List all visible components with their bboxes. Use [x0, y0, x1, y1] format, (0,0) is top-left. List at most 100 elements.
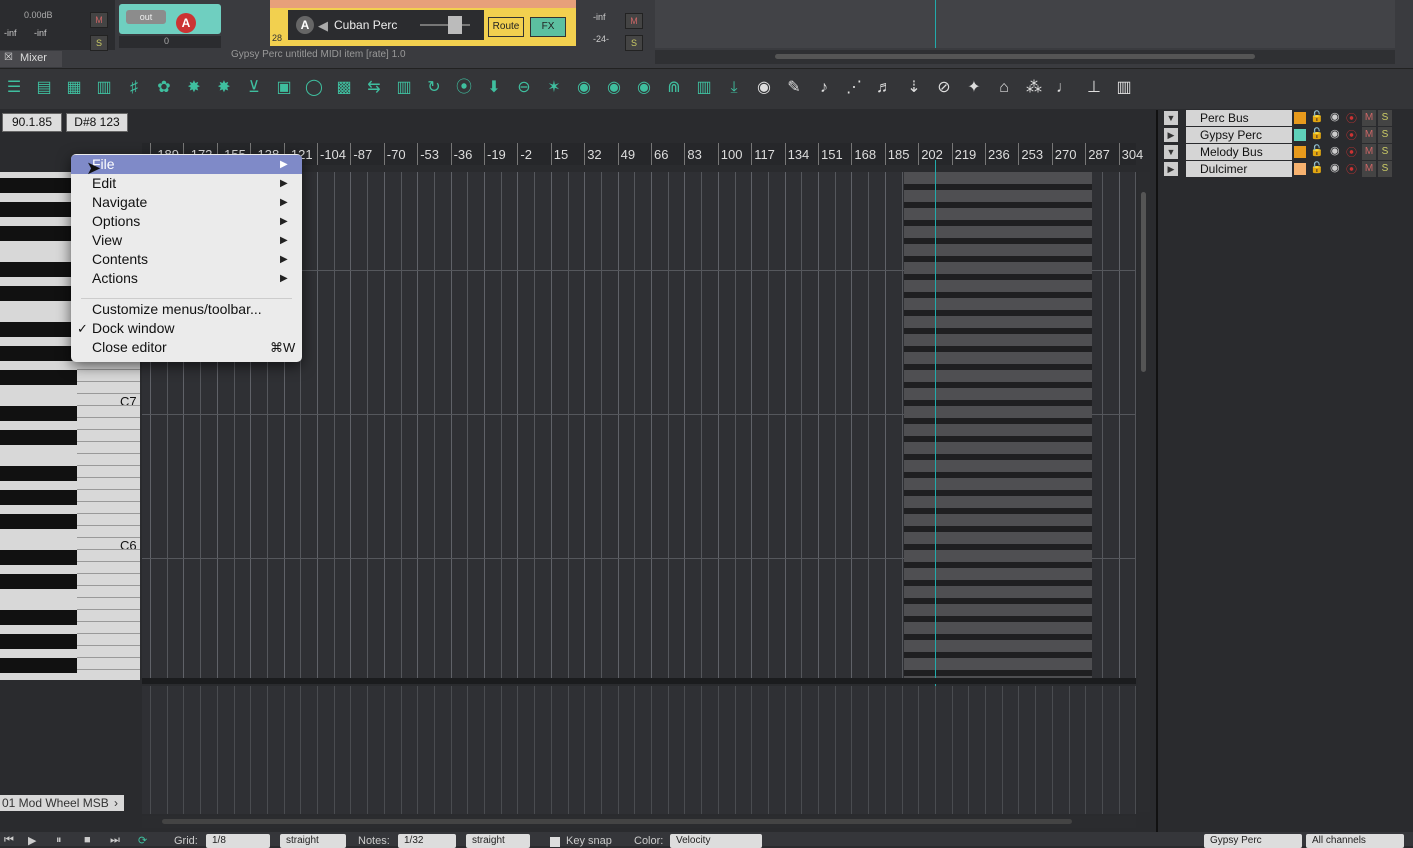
menu-item-options[interactable]: Options ▶ [71, 212, 302, 231]
download-icon[interactable]: ⬇ [484, 77, 504, 99]
star-icon[interactable]: ✸ [184, 77, 204, 99]
track-volume-slider[interactable] [420, 24, 470, 26]
piano-black-key[interactable] [0, 178, 77, 193]
cog-icon[interactable]: ✶ [544, 77, 564, 99]
piano-black-key[interactable] [0, 430, 77, 445]
track-row[interactable]: ▼ Perc Bus 🔓 ◉ ⦿ M S [1160, 110, 1413, 126]
track-solo-button[interactable]: S [625, 35, 643, 51]
menu-item-view[interactable]: View ▶ [71, 231, 302, 250]
piano-black-key[interactable] [0, 370, 77, 385]
undo-icon[interactable]: ↻ [424, 77, 444, 99]
play-icon[interactable]: ▶ [28, 834, 36, 847]
cc-lane[interactable] [142, 686, 1136, 814]
pencil-icon[interactable]: ✎ [784, 77, 804, 99]
eye-icon[interactable]: ◉ [1330, 144, 1340, 157]
mute-button[interactable]: M [90, 12, 108, 28]
track-color-swatch[interactable] [1294, 146, 1306, 158]
home-icon[interactable]: ⌂ [994, 77, 1014, 99]
expand-icon[interactable]: ▶ [1164, 162, 1178, 176]
piano-black-key[interactable] [0, 490, 77, 505]
rewind-icon[interactable]: ⏮ [4, 834, 14, 847]
eye-icon[interactable]: ◉ [1330, 110, 1340, 123]
automation-a-button[interactable]: A [176, 13, 196, 33]
bars-icon[interactable]: ▥ [694, 77, 714, 99]
arrow-down-icon[interactable]: ⇣ [904, 77, 924, 99]
editor-horizontal-scrollbar[interactable] [142, 816, 1136, 828]
record-arm-icon[interactable]: ⦿ [1346, 161, 1357, 177]
menu-item-file[interactable]: File ▶ [71, 155, 302, 174]
solo-button[interactable]: S [90, 35, 108, 51]
grid-icon[interactable]: ▩ [334, 77, 354, 99]
sparkle-icon[interactable]: ✦ [964, 77, 984, 99]
arch-icon[interactable]: ⋒ [664, 77, 684, 99]
import-icon[interactable]: ⤓ [724, 77, 744, 99]
quarter-note-icon[interactable]: ♩ [1054, 77, 1074, 99]
swap-icon[interactable]: ⇆ [364, 77, 384, 99]
track-solo-button[interactable]: S [1378, 144, 1392, 160]
vertical-scrollbar-thumb[interactable] [1141, 192, 1146, 372]
pan-slider[interactable]: 0 [119, 36, 221, 48]
scrollbar-thumb[interactable] [775, 54, 1255, 59]
piano-black-key[interactable] [0, 202, 77, 217]
piano-black-key[interactable] [0, 346, 77, 361]
menu-item-edit[interactable]: Edit ▶ [71, 174, 302, 193]
lane-divider[interactable] [142, 678, 1136, 684]
eye-icon[interactable]: ◉ [604, 77, 624, 99]
piano-black-key[interactable] [0, 610, 77, 625]
record-arm-icon[interactable]: ⦿ [1346, 127, 1357, 143]
track-color-swatch[interactable] [1294, 163, 1306, 175]
lock-icon[interactable]: 🔓 [1310, 110, 1324, 123]
track-row[interactable]: ▶ Gypsy Perc 🔓 ◉ ⦿ M S [1160, 127, 1413, 143]
menu-item-close-editor[interactable]: Close editor ⌘W [71, 338, 302, 357]
ban-icon[interactable]: ⊘ [934, 77, 954, 99]
track-solo-button[interactable]: S [1378, 110, 1392, 126]
record-arm-icon[interactable]: ⦿ [1346, 144, 1357, 160]
eye-icon[interactable]: ◉ [574, 77, 594, 99]
track-solo-button[interactable]: S [1378, 161, 1392, 177]
piano-black-key[interactable] [0, 550, 77, 565]
loop-icon[interactable]: ◯ [304, 77, 324, 99]
star-icon[interactable]: ✸ [214, 77, 234, 99]
menu-item-actions[interactable]: Actions ▶ [71, 269, 302, 288]
eye-icon[interactable]: ◉ [634, 77, 654, 99]
region-icon[interactable]: ▣ [274, 77, 294, 99]
line-icon[interactable]: ⊥ [1084, 77, 1104, 99]
sharp-icon[interactable]: ♯ [124, 77, 144, 99]
pause-icon[interactable]: ⏸ [56, 834, 62, 847]
chord-view-icon[interactable]: ▥ [94, 77, 114, 99]
record-arm-icon[interactable]: ⦿ [1346, 110, 1357, 126]
editor-scrollbar-thumb[interactable] [162, 819, 1072, 824]
volume-slider-thumb[interactable] [448, 16, 462, 34]
piano-black-key[interactable] [0, 514, 77, 529]
expand-icon[interactable]: ▶ [1164, 128, 1178, 142]
track-name[interactable]: Gypsy Perc [1186, 127, 1292, 143]
eye-icon[interactable]: ◉ [1330, 161, 1340, 174]
menu-item-dock-window[interactable]: ✓ Dock window [71, 319, 302, 338]
mixer-tab[interactable]: ☒ Mixer [0, 51, 62, 67]
funnel-icon[interactable]: ⊻ [244, 77, 264, 99]
track-mute-button[interactable]: M [1362, 127, 1376, 143]
piano-black-key[interactable] [0, 406, 77, 421]
arrange-horizontal-scrollbar[interactable] [655, 50, 1395, 64]
piano-black-key[interactable] [0, 262, 77, 277]
eye-red-icon[interactable]: ◉ [754, 77, 774, 99]
piano-black-key[interactable] [0, 658, 77, 673]
route-button[interactable]: Route [488, 17, 524, 37]
lock-icon[interactable]: 🔓 [1310, 127, 1324, 140]
menu-item-navigate[interactable]: Navigate ▶ [71, 193, 302, 212]
piano-black-key[interactable] [0, 322, 77, 337]
track-color-swatch[interactable] [1294, 129, 1306, 141]
track-mute-button[interactable]: M [1362, 161, 1376, 177]
fx-button[interactable]: FX [530, 17, 566, 37]
list-view-icon[interactable]: ☰ [4, 77, 24, 99]
track-solo-button[interactable]: S [1378, 127, 1392, 143]
editor-vertical-scrollbar[interactable] [1138, 172, 1150, 812]
note-icon[interactable]: ♪ [814, 77, 834, 99]
track-row[interactable]: ▼ Melody Bus 🔓 ◉ ⦿ M S [1160, 144, 1413, 160]
grid-view-icon[interactable]: ▤ [34, 77, 54, 99]
eye-icon[interactable]: ◉ [1330, 127, 1340, 140]
meter-icon[interactable]: ▥ [1114, 77, 1134, 99]
track-mute-button[interactable]: M [625, 13, 643, 29]
lock-icon[interactable]: 🔓 [1310, 161, 1324, 174]
record-icon[interactable]: ⦿ [454, 77, 474, 99]
